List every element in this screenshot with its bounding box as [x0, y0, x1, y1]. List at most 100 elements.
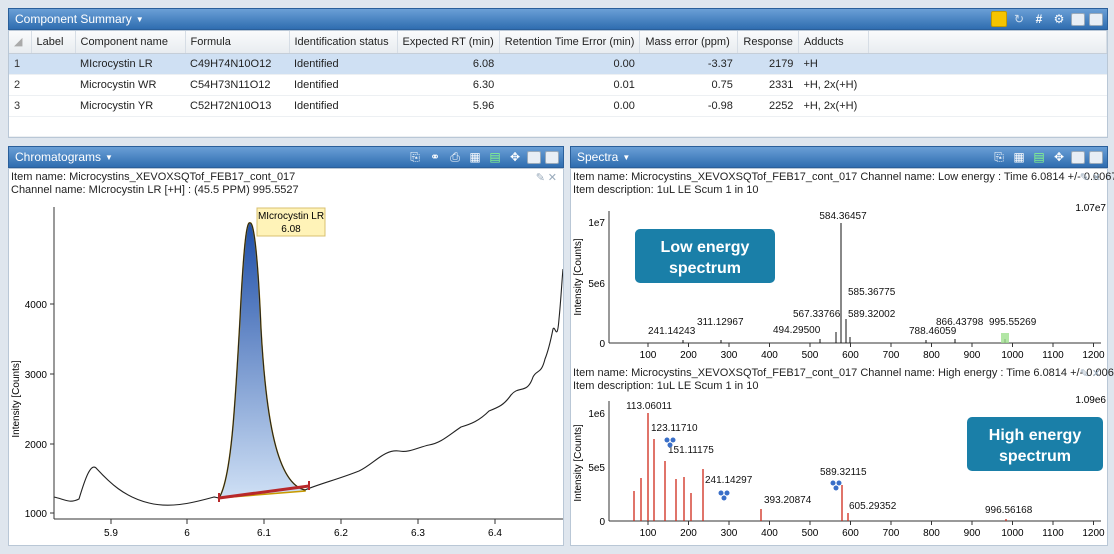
maximize-button[interactable]: [545, 150, 559, 164]
spectra-header: Spectra ▼ ⎘ ▦ ▤ ✥: [570, 146, 1108, 168]
column-header-component-name[interactable]: Component name: [75, 31, 186, 54]
column-header-adducts[interactable]: Adducts: [798, 31, 869, 54]
column-header-response[interactable]: Response: [737, 31, 799, 54]
table-row[interactable]: 2 Microcystin WR C54H73N11O12 Identified 6.3…: [9, 74, 1107, 96]
table-cell-rt: 5.96: [397, 95, 500, 117]
callout-line: spectrum: [999, 448, 1071, 465]
pin-icon[interactable]: ✎: [1080, 171, 1089, 184]
low-energy-spectrum-chart[interactable]: Intensity [Counts] 1.07e7 1e7 5e6 0 100 2…: [571, 197, 1107, 367]
spectra-menu[interactable]: Spectra ▼: [577, 150, 630, 164]
settings-icon[interactable]: ⚙: [1051, 11, 1067, 27]
table-cell-n: 3: [9, 95, 31, 117]
y-axis-label: Intensity [Counts]: [11, 360, 22, 437]
callout-line: Low energy: [661, 239, 750, 256]
table-cell-merr: 0.75: [639, 74, 738, 96]
column-header-expected-rt[interactable]: Expected RT (min): [397, 31, 500, 54]
refresh-icon[interactable]: ↻: [1011, 11, 1027, 27]
component-summary-header: Component Summary ▼ ↻ # ⚙: [8, 8, 1108, 30]
x-tick-label: 1000: [1001, 350, 1024, 361]
spectra-plot-panel: Item name: Microcystins_XEVOXSQTof_FEB17…: [570, 168, 1114, 546]
table-cell-adducts: +H, 2x(+H): [798, 74, 869, 96]
column-header-rt-error[interactable]: Retention Time Error (min): [499, 31, 641, 54]
table-icon[interactable]: ▦: [467, 149, 483, 165]
y-tick-label: 4000: [25, 300, 48, 311]
chromatogram-chart[interactable]: Intensity [Counts] 4000 3000 2000 1000 5.9 6…: [9, 199, 563, 545]
copy-icon[interactable]: ⎘: [407, 149, 423, 165]
table-cell-label: [31, 95, 75, 117]
chromatograms-menu[interactable]: Chromatograms ▼: [15, 150, 113, 164]
column-header-corner[interactable]: ◢: [9, 31, 32, 54]
column-header-formula[interactable]: Formula: [185, 31, 290, 54]
x-tick-label: 800: [923, 350, 940, 361]
chromatogram-trace: [53, 222, 563, 506]
close-icon[interactable]: ✕: [1092, 367, 1101, 380]
hash-icon[interactable]: #: [1031, 11, 1047, 27]
x-tick-label: 100: [640, 528, 657, 539]
close-icon[interactable]: ✕: [548, 171, 557, 184]
x-tick-label: 5.9: [104, 528, 118, 539]
peak-label: 589.32115: [820, 467, 867, 478]
minimize-button[interactable]: [1071, 12, 1085, 26]
y-tick-label: 5e5: [588, 463, 605, 474]
chevron-down-icon: ▼: [105, 152, 113, 162]
table-cell-adducts: +H, 2x(+H): [798, 95, 869, 117]
high-energy-spectrum-chart[interactable]: Intensity [Counts] 1.09e6 1e6 5e5 0 100 2…: [571, 393, 1107, 545]
pin-icon[interactable]: ✎: [1080, 367, 1089, 380]
x-tick-label: 700: [883, 528, 900, 539]
table-icon[interactable]: ▦: [1011, 149, 1027, 165]
table-cell-rterr: 0.01: [499, 74, 640, 96]
x-tick-label: 400: [761, 528, 778, 539]
fragment-structure-icon: [830, 480, 842, 491]
x-tick-label: 6.4: [488, 528, 502, 539]
peak-label: 151.11175: [668, 445, 714, 456]
table-cell-rterr: 0.00: [499, 53, 640, 75]
table-header-row: ◢ Label Component name Formula Identific…: [9, 31, 1108, 54]
peak-label: 589.32002: [848, 309, 896, 320]
y-tick-label: 2000: [25, 440, 48, 451]
table-cell-status: Identified: [289, 74, 397, 96]
max-intensity-label: 1.09e6: [1075, 395, 1106, 406]
table-cell-name: Microcystin YR: [75, 95, 185, 117]
peak-label: 241.14243: [648, 326, 696, 337]
column-header-label[interactable]: Label: [31, 31, 76, 54]
x-tick-label: 900: [964, 528, 981, 539]
info-icon[interactable]: [991, 11, 1007, 27]
table-row[interactable]: 3 Microcystin YR C52H72N10O13 Identified 5.9…: [9, 95, 1107, 117]
copy-icon[interactable]: ⎘: [991, 149, 1007, 165]
component-table: ◢ Label Component name Formula Identific…: [8, 30, 1108, 138]
table-cell-n: 1: [9, 53, 31, 75]
column-header-identification-status[interactable]: Identification status: [289, 31, 398, 54]
maximize-button[interactable]: [1089, 150, 1103, 164]
pan-icon[interactable]: ✥: [507, 149, 523, 165]
peak-label-rt: 6.08: [281, 224, 301, 235]
pan-icon[interactable]: ✥: [1051, 149, 1067, 165]
low-energy-item-line: Item name: Microcystins_XEVOXSQTof_FEB17…: [573, 171, 1114, 183]
export-icon[interactable]: ▤: [1031, 149, 1047, 165]
minimize-button[interactable]: [1071, 150, 1085, 164]
callout-line: High energy: [989, 427, 1082, 444]
peak-label-name: MIcrocystin LR: [258, 211, 324, 222]
y-tick-label: 1e6: [588, 409, 605, 420]
callout-line: spectrum: [669, 260, 741, 277]
table-row[interactable]: 1 MIcrocystin LR C49H74N10O12 Identified 6.0…: [9, 53, 1107, 75]
print-icon[interactable]: ⎙: [447, 149, 463, 165]
export-icon[interactable]: ▤: [487, 149, 503, 165]
close-icon[interactable]: ✕: [1092, 171, 1101, 184]
pin-icon[interactable]: ✎: [536, 171, 545, 184]
column-header-mass-error[interactable]: Mass error (ppm): [639, 31, 739, 54]
minimize-button[interactable]: [527, 150, 541, 164]
peak-label: 311.12967: [697, 317, 744, 328]
table-cell-resp: 2179: [737, 53, 799, 75]
maximize-button[interactable]: [1089, 12, 1103, 26]
component-summary-menu[interactable]: Component Summary ▼: [15, 12, 144, 26]
link-icon[interactable]: ⚭: [427, 149, 443, 165]
peak-area[interactable]: [217, 222, 306, 499]
chromatogram-item-name: Item name: Microcystins_XEVOXSQTof_FEB17…: [11, 171, 296, 183]
table-cell-formula: C52H72N10O13: [185, 95, 289, 117]
table-cell-n: 2: [9, 74, 31, 96]
fragment-structure-icon: [718, 490, 730, 501]
chromatogram-channel-name: Channel name: MIcrocystin LR [+H] : (45.…: [11, 184, 299, 196]
table-cell-formula: C54H73N11O12: [185, 74, 289, 96]
high-energy-description: Item description: 1uL LE Scum 1 in 10: [573, 380, 759, 392]
x-tick-label: 200: [680, 528, 697, 539]
